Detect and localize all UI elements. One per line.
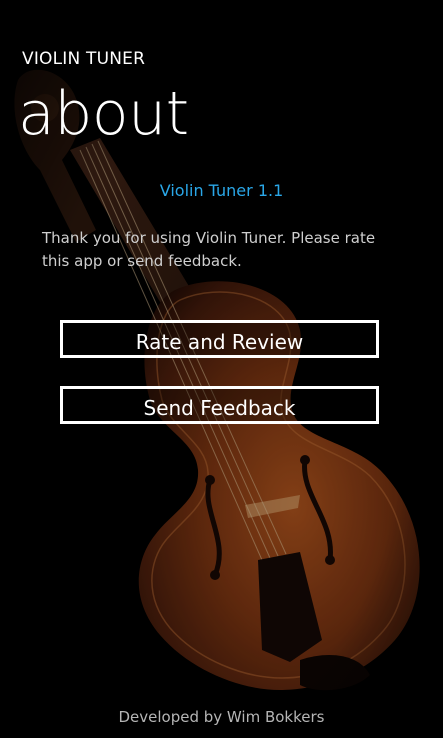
app-version: Violin Tuner 1.1 [159,181,284,200]
about-screen: VIOLIN TUNER about Violin Tuner 1.1 Than… [0,0,443,738]
send-feedback-button[interactable]: Send Feedback [60,386,379,424]
about-description: Thank you for using Violin Tuner. Please… [42,229,376,270]
developer-credit: Developed by Wim Bokkers [118,708,325,726]
page-title: about [18,79,189,149]
app-title: VIOLIN TUNER [22,49,146,69]
rate-and-review-button[interactable]: Rate and Review [60,320,379,358]
